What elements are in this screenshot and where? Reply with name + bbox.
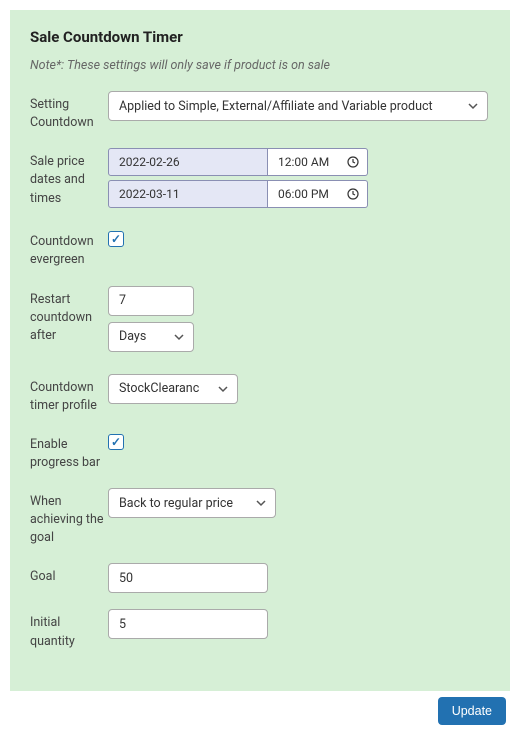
setting-countdown-label: Setting Countdown (30, 91, 108, 132)
panel-note: Note*: These settings will only save if … (30, 58, 490, 73)
start-time-input[interactable]: 12:00 AM (268, 148, 368, 176)
initial-input[interactable]: 5 (108, 609, 268, 639)
chevron-down-icon (173, 331, 185, 343)
start-date-input[interactable]: 2022-02-26 (108, 148, 268, 176)
end-date-input[interactable]: 2022-03-11 (108, 180, 268, 208)
end-time-input[interactable]: 06:00 PM (268, 180, 368, 208)
chevron-down-icon (467, 100, 479, 112)
initial-label: Initial quantity (30, 609, 108, 650)
achieve-select[interactable]: Back to regular price (108, 488, 276, 518)
achieve-label: When achieving the goal (30, 488, 108, 547)
progress-checkbox[interactable] (108, 434, 124, 450)
setting-countdown-value: Applied to Simple, External/Affiliate an… (119, 99, 433, 114)
sale-dates-label: Sale price dates and times (30, 148, 108, 207)
restart-value-input[interactable]: 7 (108, 286, 194, 316)
evergreen-label: Countdown evergreen (30, 228, 108, 269)
clock-icon (347, 188, 359, 200)
clock-icon (347, 156, 359, 168)
evergreen-checkbox[interactable] (108, 231, 124, 247)
restart-unit-select[interactable]: Days (108, 322, 194, 352)
panel-title: Sale Countdown Timer (30, 28, 490, 46)
goal-input[interactable]: 50 (108, 563, 268, 593)
profile-select[interactable]: StockClearanc (108, 374, 238, 404)
goal-label: Goal (30, 563, 108, 586)
progress-label: Enable progress bar (30, 431, 108, 472)
chevron-down-icon (255, 497, 267, 509)
chevron-down-icon (217, 383, 229, 395)
restart-label: Restart countdown after (30, 286, 108, 345)
setting-countdown-select[interactable]: Applied to Simple, External/Affiliate an… (108, 91, 488, 121)
profile-label: Countdown timer profile (30, 374, 108, 415)
countdown-settings-panel: Sale Countdown Timer Note*: These settin… (10, 10, 510, 691)
